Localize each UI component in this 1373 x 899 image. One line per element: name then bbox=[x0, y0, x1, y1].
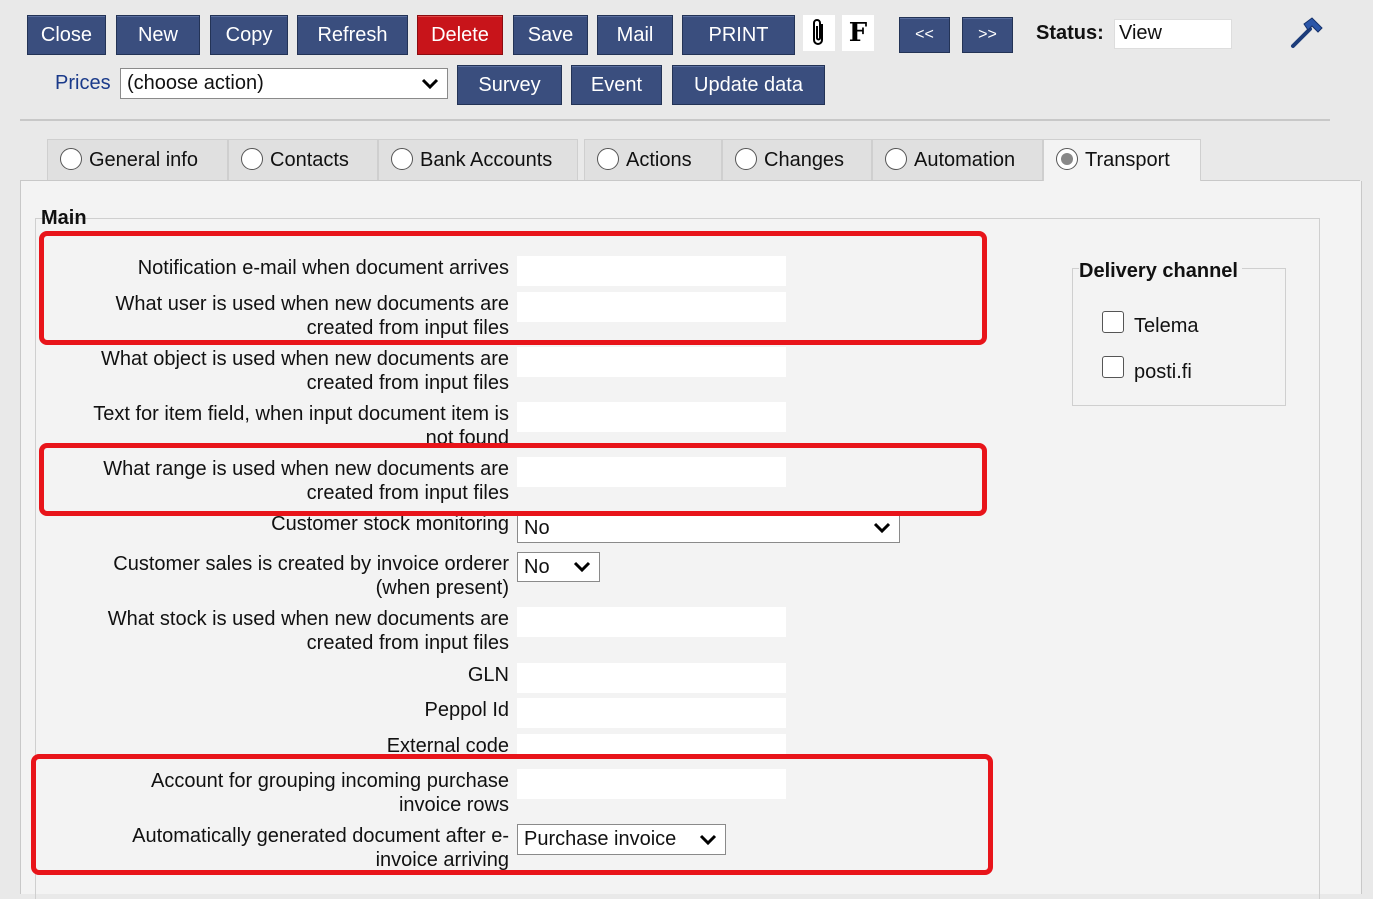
tab-transport[interactable]: Transport bbox=[1043, 139, 1201, 181]
delivery-channel-legend: Delivery channel bbox=[1079, 260, 1242, 283]
object-used-input[interactable] bbox=[517, 347, 786, 377]
event-button[interactable]: Event bbox=[571, 65, 662, 105]
stock-used-label: What stock is used when new documents ar… bbox=[107, 608, 509, 654]
highlight-box bbox=[39, 231, 987, 345]
tab-automation[interactable]: Automation bbox=[872, 139, 1043, 181]
radio-icon bbox=[597, 147, 619, 170]
gln-label: GLN bbox=[467, 664, 509, 686]
highlight-box bbox=[31, 754, 993, 875]
tools-button[interactable] bbox=[1288, 16, 1324, 50]
stock-used-input[interactable] bbox=[517, 607, 786, 637]
tab-label: Changes bbox=[764, 149, 845, 171]
sales-orderer-value: No bbox=[524, 555, 550, 578]
telema-checkbox[interactable] bbox=[1102, 311, 1124, 333]
tab-label: General info bbox=[89, 149, 198, 171]
status-field: View bbox=[1114, 19, 1232, 49]
text-item-label: Text for item field, when input document… bbox=[93, 403, 509, 446]
sales-orderer-select[interactable]: No bbox=[517, 552, 600, 582]
telema-label: Telema bbox=[1134, 315, 1199, 337]
peppol-id-input[interactable] bbox=[517, 698, 786, 728]
stock-monitoring-value: No bbox=[524, 516, 550, 539]
tab-bank-accounts[interactable]: Bank Accounts bbox=[378, 139, 578, 181]
gln-input[interactable] bbox=[517, 663, 786, 693]
tabs-baseline bbox=[20, 180, 1043, 181]
radio-icon bbox=[885, 147, 907, 170]
highlight-box bbox=[39, 443, 987, 516]
copy-button[interactable]: Copy bbox=[210, 15, 288, 55]
chevron-down-icon bbox=[421, 78, 439, 89]
tab-label: Bank Accounts bbox=[420, 149, 553, 171]
next-button[interactable]: >> bbox=[962, 17, 1013, 53]
toolbar-divider bbox=[20, 119, 1330, 121]
text-item-input[interactable] bbox=[517, 402, 786, 432]
radio-icon bbox=[241, 147, 263, 170]
paperclip-icon bbox=[813, 19, 823, 45]
delete-button[interactable]: Delete bbox=[417, 15, 503, 55]
attachment-button[interactable] bbox=[803, 15, 835, 51]
tab-contacts[interactable]: Contacts bbox=[228, 139, 378, 181]
peppol-id-label: Peppol Id bbox=[424, 699, 509, 721]
f-button[interactable]: F bbox=[842, 15, 874, 51]
refresh-button[interactable]: Refresh bbox=[297, 15, 408, 55]
tab-label: Actions bbox=[626, 149, 692, 171]
tab-label: Transport bbox=[1085, 149, 1170, 171]
chevron-down-icon bbox=[873, 522, 891, 534]
tab-actions[interactable]: Actions bbox=[584, 139, 722, 181]
prices-link[interactable]: Prices bbox=[55, 72, 111, 95]
chevron-down-icon bbox=[573, 561, 591, 573]
previous-button[interactable]: << bbox=[899, 17, 950, 53]
new-button[interactable]: New bbox=[116, 15, 200, 55]
print-button[interactable]: PRINT bbox=[682, 15, 795, 55]
tab-label: Automation bbox=[914, 149, 1016, 171]
radio-icon bbox=[391, 147, 413, 170]
radio-icon bbox=[735, 147, 757, 170]
tab-general-info[interactable]: General info bbox=[47, 139, 228, 181]
tabs-baseline bbox=[1201, 180, 1360, 181]
close-button[interactable]: Close bbox=[27, 15, 106, 55]
object-used-label: What object is used when new documents a… bbox=[101, 348, 509, 394]
sales-orderer-label: Customer sales is created by invoice ord… bbox=[113, 553, 509, 599]
action-select[interactable]: (choose action) bbox=[120, 68, 448, 99]
save-button[interactable]: Save bbox=[513, 15, 588, 55]
main-legend: Main bbox=[41, 207, 87, 229]
posti-checkbox[interactable] bbox=[1102, 356, 1124, 378]
tab-changes[interactable]: Changes bbox=[722, 139, 872, 181]
update-data-button[interactable]: Update data bbox=[672, 65, 825, 105]
stock-monitoring-select[interactable]: No bbox=[517, 513, 900, 543]
status-label: Status: bbox=[1036, 22, 1104, 44]
radio-checked-icon bbox=[1056, 147, 1078, 170]
hammer-icon bbox=[1291, 17, 1323, 48]
posti-label: posti.fi bbox=[1134, 361, 1192, 383]
survey-button[interactable]: Survey bbox=[457, 65, 562, 105]
tab-label: Contacts bbox=[270, 149, 349, 171]
mail-button[interactable]: Mail bbox=[597, 15, 673, 55]
radio-icon bbox=[60, 147, 82, 170]
action-select-value: (choose action) bbox=[127, 72, 264, 94]
